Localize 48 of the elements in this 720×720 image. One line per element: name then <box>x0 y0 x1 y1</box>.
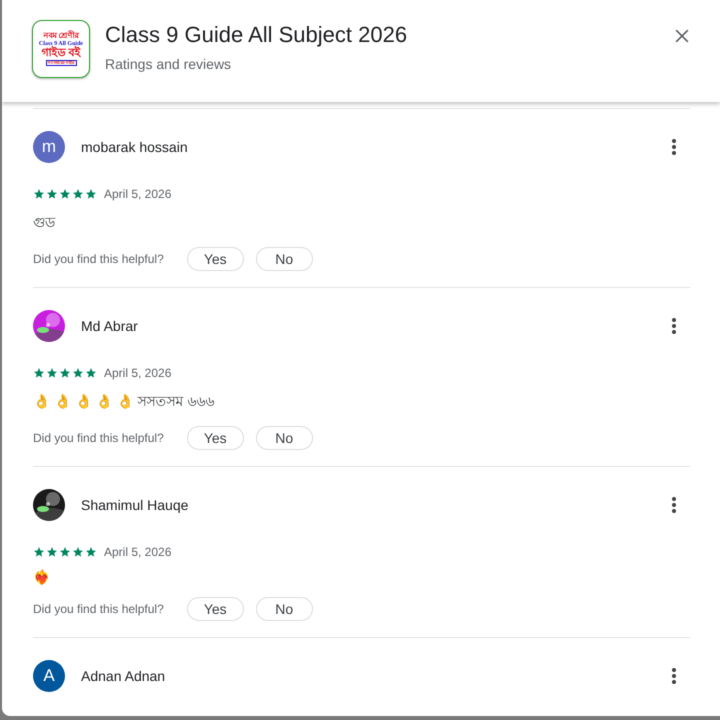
logo-text: গাইড বই <box>42 48 80 59</box>
star-icon <box>72 188 84 200</box>
subtitle: Ratings and reviews <box>105 56 232 72</box>
star-icon <box>85 188 97 200</box>
star-icon <box>33 367 45 379</box>
helpful-prompt: Did you find this helpful? <box>33 252 164 266</box>
review-text: গুড <box>33 213 56 232</box>
avatar: m <box>33 131 65 163</box>
reviewer-name: mobarak hossain <box>81 139 189 155</box>
star-icon <box>85 367 97 379</box>
star-icon <box>59 367 71 379</box>
more-vertical-icon <box>672 318 676 334</box>
vote-button[interactable]: Yes <box>186 597 244 621</box>
vote-button[interactable]: No <box>256 597 313 621</box>
star-icon <box>59 546 71 558</box>
star-icon <box>33 546 45 558</box>
vote-button[interactable]: Yes <box>186 247 244 271</box>
more-options-button[interactable] <box>672 497 676 513</box>
reviewer-name: Shamimul Hauqe <box>81 497 190 513</box>
star-icon <box>33 188 45 200</box>
vote-button[interactable]: No <box>256 247 313 271</box>
more-options-button[interactable] <box>672 668 676 684</box>
star-icon <box>72 367 84 379</box>
helpful-prompt: Did you find this helpful? <box>33 431 164 445</box>
review-text: 👌 👌 👌 👌 👌 সসতসম ৬৬৬ <box>33 392 216 411</box>
star-icon <box>46 188 58 200</box>
more-options-button[interactable] <box>672 139 676 155</box>
vote-button[interactable]: Yes <box>186 426 244 450</box>
reviewer-name: Adnan Adnan <box>81 668 166 684</box>
reviewer-name: Md Abrar <box>81 318 139 334</box>
avatar: A <box>33 660 65 692</box>
review-date: April 5, 2026 <box>104 187 172 201</box>
review-text: ❤‍🔥 <box>33 569 51 585</box>
vote-button[interactable]: No <box>256 426 313 450</box>
star-icon <box>85 546 97 558</box>
star-icon <box>46 546 58 558</box>
logo-text: নবম শ্রেণীর <box>44 32 78 40</box>
star-icon <box>46 367 58 379</box>
review-date: April 5, 2026 <box>104 366 172 380</box>
star-icon <box>59 188 71 200</box>
star-icon <box>72 546 84 558</box>
more-options-button[interactable] <box>672 318 676 334</box>
more-vertical-icon <box>672 668 676 684</box>
app-title: Class 9 Guide All Subject 2026 <box>105 22 408 48</box>
more-vertical-icon <box>672 139 676 155</box>
helpful-prompt: Did you find this helpful? <box>33 602 164 616</box>
review-date: April 5, 2026 <box>104 545 172 559</box>
more-vertical-icon <box>672 497 676 513</box>
